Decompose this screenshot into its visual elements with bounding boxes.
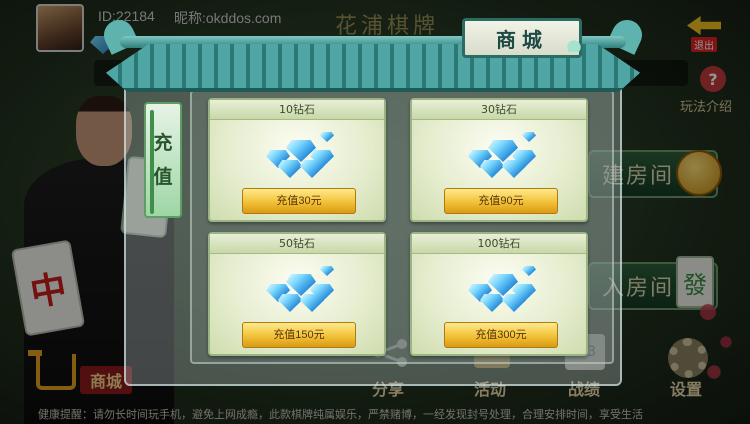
tab-recharge-char-1: 充 (153, 132, 173, 154)
buy-button[interactable]: 充值90元 (444, 188, 558, 214)
tab-recharge-char-2: 值 (153, 166, 173, 188)
product-card: 30钻石 充值90元 (410, 98, 588, 222)
product-card: 10钻石 充值30元 (208, 98, 386, 222)
diamond-pile-icon (260, 126, 340, 182)
product-name: 10钻石 (210, 100, 384, 120)
product-card: 50钻石 充值150元 (208, 232, 386, 356)
buy-button[interactable]: 充值30元 (242, 188, 356, 214)
product-name: 30钻石 (412, 100, 586, 120)
roof-end-left (99, 15, 139, 55)
product-name: 100钻石 (412, 234, 586, 254)
diamond-pile-icon (462, 260, 542, 316)
buy-button[interactable]: 充值150元 (242, 322, 356, 348)
buy-button[interactable]: 充值300元 (444, 322, 558, 348)
diamond-pile-icon (260, 260, 340, 316)
tab-recharge[interactable]: 充 值 (144, 102, 182, 218)
roof-end-right (607, 15, 647, 55)
product-name: 50钻石 (210, 234, 384, 254)
diamond-pile-icon (462, 126, 542, 182)
product-card: 100钻石 充值300元 (410, 232, 588, 356)
lotus-icon (562, 36, 586, 52)
